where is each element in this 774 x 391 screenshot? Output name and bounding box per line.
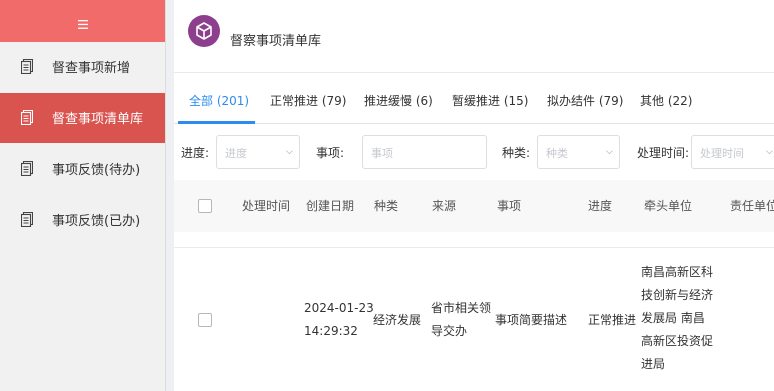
table-row[interactable]: 2024-01-23 14:29:32 经济发展 省市相关领 导交办 事项简要描… <box>174 258 774 391</box>
sidebar-item-feedback-done[interactable]: 事项反馈(已办) <box>0 195 165 245</box>
active-tab-indicator <box>178 121 255 124</box>
document-icon <box>20 109 34 126</box>
status-tabs: 全部 (201) 正常推进 (79) 推进缓慢 (6) 暂缓推进 (15) 拟办… <box>174 72 774 124</box>
column-header[interactable]: 进度 <box>588 197 612 214</box>
column-header[interactable]: 责任单位 <box>730 197 774 214</box>
source-line: 省市相关领 <box>431 301 492 315</box>
lead-unit-line: 南昌高新区科 <box>641 265 714 279</box>
hamburger-icon[interactable] <box>77 17 88 29</box>
column-header[interactable]: 种类 <box>374 197 398 214</box>
cube-logo-icon <box>188 15 220 47</box>
lead-unit-line: 发展局 南昌 <box>641 311 705 325</box>
row-checkbox[interactable] <box>198 313 212 327</box>
lead-unit-line: 进局 <box>641 357 666 371</box>
tab-slow[interactable]: 推进缓慢 (6) <box>364 92 433 109</box>
progress-select[interactable]: 进度 ⌵ <box>216 135 300 169</box>
chevron-down-icon: ⌵ <box>286 147 293 157</box>
column-header[interactable]: 来源 <box>432 197 456 214</box>
progress-cell: 正常推进 <box>588 313 637 327</box>
time-filter-label: 处理时间: <box>637 146 690 160</box>
column-header[interactable]: 牵头单位 <box>644 197 692 214</box>
created-date: 2024-01-23 <box>304 301 374 315</box>
chevron-down-icon: ⌵ <box>766 147 773 157</box>
document-icon <box>20 58 34 75</box>
chevron-down-icon: ⌵ <box>606 147 613 157</box>
sidebar-item-label: 督查事项新增 <box>52 61 131 76</box>
document-icon <box>20 211 34 228</box>
source-cell: 省市相关领 导交办 <box>431 298 491 341</box>
lead-unit-line: 技创新与经济 <box>641 288 714 302</box>
tab-normal[interactable]: 正常推进 (79) <box>270 92 346 109</box>
document-icon <box>20 160 34 177</box>
sidebar-item-feedback-pending[interactable]: 事项反馈(待办) <box>0 144 165 194</box>
time-select-placeholder: 处理时间 <box>700 147 744 160</box>
main-panel: 督察事项清单库 全部 (201) 正常推进 (79) 推进缓慢 (6) 暂缓推进… <box>174 0 774 391</box>
item-input-placeholder: 事项 <box>371 147 393 160</box>
progress-filter-label: 进度: <box>181 146 210 160</box>
category-cell: 经济发展 <box>373 313 422 327</box>
progress-select-placeholder: 进度 <box>225 147 247 160</box>
created-date-cell: 2024-01-23 14:29:32 <box>304 298 374 341</box>
sidebar-item-add[interactable]: 督查事项新增 <box>0 42 165 92</box>
column-header[interactable]: 处理时间 <box>242 197 290 214</box>
tab-paused[interactable]: 暂缓推进 (15) <box>452 92 528 109</box>
sidebar-item-list[interactable]: 督查事项清单库 <box>0 93 165 143</box>
sidebar-item-label: 事项反馈(待办) <box>52 163 141 178</box>
category-select-placeholder: 种类 <box>546 147 568 160</box>
sidebar-item-label: 督查事项清单库 <box>52 112 144 127</box>
category-filter-label: 种类: <box>502 146 531 160</box>
lead-unit-line: 高新区投资促 <box>641 334 714 348</box>
created-time: 14:29:32 <box>304 324 358 338</box>
page-header: 督察事项清单库 <box>174 0 774 72</box>
category-select[interactable]: 种类 ⌵ <box>537 135 620 169</box>
sidebar: 督查事项新增 督查事项清单库 事项反馈(待办) 事项反馈(已办) <box>0 0 166 391</box>
source-line: 导交办 <box>431 324 468 338</box>
item-filter-label: 事项: <box>316 146 345 160</box>
sidebar-item-label: 事项反馈(已办) <box>52 214 141 229</box>
tab-all[interactable]: 全部 (201) <box>189 92 249 109</box>
sidebar-header <box>0 0 165 42</box>
column-header[interactable]: 创建日期 <box>306 197 354 214</box>
item-input[interactable]: 事项 <box>362 135 487 169</box>
tab-other[interactable]: 其他 (22) <box>640 92 692 109</box>
select-all-checkbox[interactable] <box>198 199 212 213</box>
item-cell[interactable]: 事项简要描述 <box>495 310 567 330</box>
time-select[interactable]: 处理时间 ⌵ <box>691 135 774 169</box>
lead-unit-cell: 南昌高新区科 技创新与经济 发展局 南昌 高新区投资促 进局 <box>641 261 713 376</box>
tab-closing[interactable]: 拟办结件 (79) <box>547 92 623 109</box>
page-title: 督察事项清单库 <box>230 34 322 49</box>
filter-bar: 进度: 进度 ⌵ 事项: 事项 种类: 种类 ⌵ 处理时间: 处理时间 ⌵ <box>174 125 774 180</box>
column-header[interactable]: 事项 <box>497 197 521 214</box>
table-divider <box>174 247 774 248</box>
table-header: 处理时间 创建日期 种类 来源 事项 进度 牵头单位 责任单位 <box>174 180 774 232</box>
